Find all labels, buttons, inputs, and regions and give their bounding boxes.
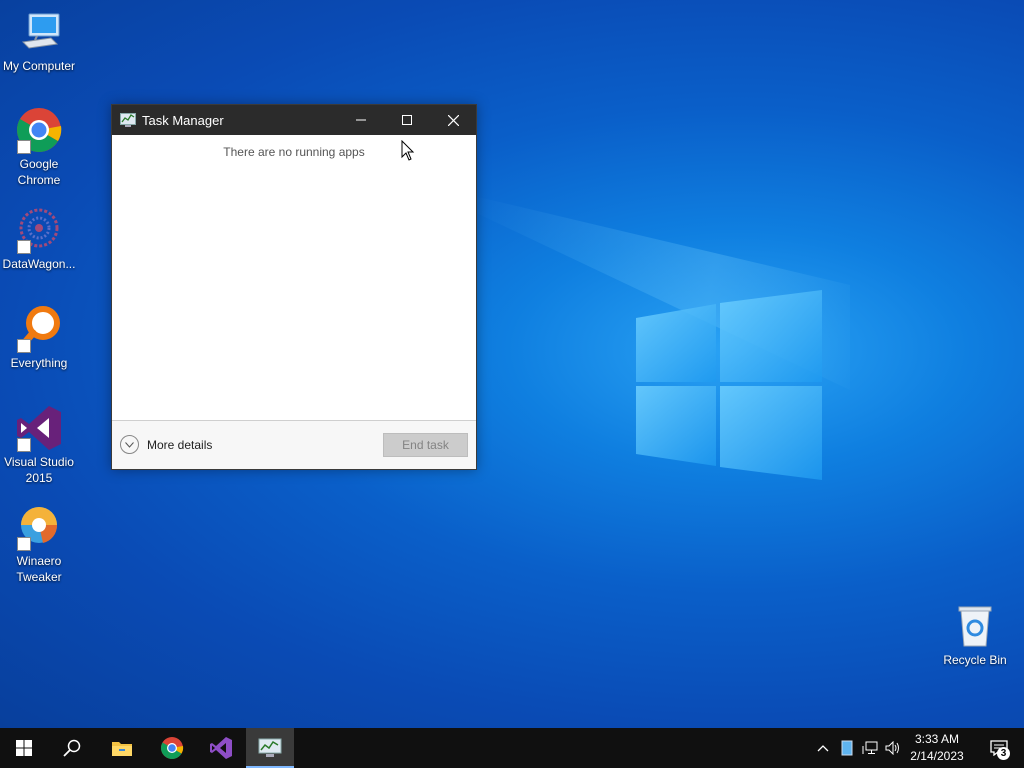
mouse-cursor-icon (401, 140, 415, 161)
more-details-label: More details (147, 437, 213, 452)
maximize-button[interactable] (384, 105, 430, 135)
app-list-area: There are no running apps (112, 135, 476, 421)
file-explorer-icon (112, 742, 132, 756)
taskbar-visual-studio[interactable] (197, 728, 245, 768)
tray-app-icon[interactable] (839, 740, 855, 756)
desktop-icon-datawagon[interactable]: DataWagon... (0, 206, 78, 272)
search-button[interactable] (48, 728, 96, 768)
chevron-up-icon (817, 745, 829, 752)
shortcut-arrow-icon (17, 339, 31, 353)
desktop-icon-everything[interactable]: Everything (0, 305, 78, 371)
taskbar-chrome[interactable] (148, 728, 196, 768)
desktop-icon-google-chrome[interactable]: Google Chrome (0, 106, 78, 188)
taskbar-clock[interactable]: 3:33 AM 2/14/2023 (902, 731, 972, 765)
more-details-button[interactable]: More details (120, 435, 212, 454)
maximize-icon (402, 115, 412, 125)
volume-icon (885, 741, 899, 755)
taskbar: 3:33 AM 2/14/2023 3 (0, 728, 1024, 768)
network-icon (862, 741, 878, 754)
desktop-background: My Computer Google Chrome DataWagon... E… (0, 0, 1024, 728)
close-button[interactable] (430, 105, 476, 135)
action-center-button[interactable]: 3 (982, 734, 1016, 762)
computer-icon (15, 8, 63, 56)
taskbar-task-manager[interactable] (246, 728, 294, 768)
show-hidden-icons-button[interactable] (815, 740, 831, 756)
visual-studio-icon (210, 737, 232, 759)
recycle-bin-icon (951, 602, 999, 650)
clock-date: 2/14/2023 (910, 749, 964, 763)
network-button[interactable] (862, 740, 878, 756)
start-button[interactable] (0, 728, 48, 768)
task-manager-window[interactable]: Task Manager There are no running apps M… (111, 104, 477, 470)
desktop-icon-label: Everything (10, 356, 68, 370)
search-icon (63, 739, 81, 757)
datawagon-icon (15, 206, 63, 254)
tablet-icon (841, 740, 853, 756)
desktop-icon-label: DataWagon... (2, 257, 76, 271)
desktop-icon-winaero-tweaker[interactable]: Winaero Tweaker (0, 503, 78, 585)
window-footer: More details End task (112, 420, 476, 469)
chrome-icon (15, 106, 63, 154)
end-task-button[interactable]: End task (383, 433, 468, 457)
start-icon (16, 740, 32, 756)
desktop-icon-label: Winaero Tweaker (16, 554, 62, 584)
title-bar[interactable]: Task Manager (112, 105, 476, 135)
task-manager-icon (258, 738, 282, 757)
everything-search-icon (15, 305, 63, 353)
task-manager-icon (120, 113, 136, 127)
shortcut-arrow-icon (17, 140, 31, 154)
chevron-down-icon (120, 435, 139, 454)
window-title: Task Manager (142, 112, 224, 128)
desktop-icon-label: Google Chrome (17, 157, 61, 187)
winaero-tweaker-icon (15, 503, 63, 551)
desktop-icon-my-computer[interactable]: My Computer (0, 8, 78, 74)
minimize-button[interactable] (338, 105, 384, 135)
notification-count-badge: 3 (997, 747, 1010, 760)
empty-state-message: There are no running apps (223, 145, 365, 159)
desktop-icon-label: Recycle Bin (943, 653, 1007, 667)
taskbar-file-explorer[interactable] (98, 728, 146, 768)
desktop-icon-label: Visual Studio 2015 (4, 455, 74, 485)
shortcut-arrow-icon (17, 240, 31, 254)
desktop-icon-label: My Computer (2, 59, 76, 73)
minimize-icon (356, 119, 366, 121)
windows-logo-wallpaper (636, 290, 822, 480)
desktop-icon-visual-studio[interactable]: Visual Studio 2015 (0, 404, 78, 486)
visual-studio-icon (15, 404, 63, 452)
shortcut-arrow-icon (17, 537, 31, 551)
clock-time: 3:33 AM (914, 732, 960, 746)
volume-button[interactable] (885, 740, 901, 756)
shortcut-arrow-icon (17, 438, 31, 452)
close-icon (447, 114, 459, 126)
desktop-icon-recycle-bin[interactable]: Recycle Bin (936, 602, 1014, 668)
chrome-icon (161, 737, 184, 759)
